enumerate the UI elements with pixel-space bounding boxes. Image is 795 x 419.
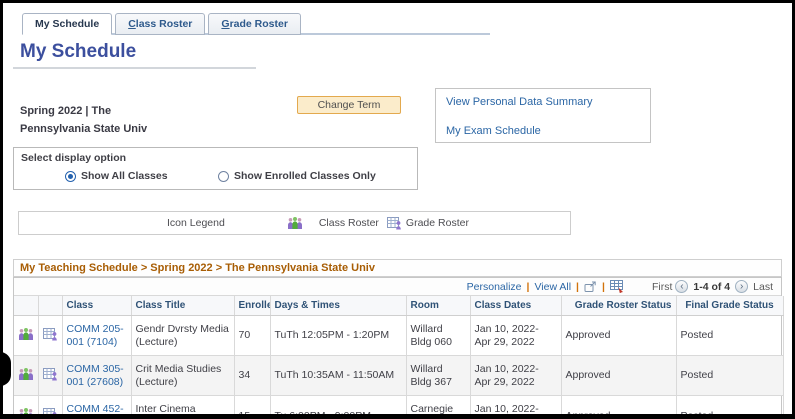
term-line-2: Pennsylvania State Univ xyxy=(20,123,148,135)
display-option-legend: Select display option xyxy=(21,152,127,164)
grid-toolbar: Personalize | View All | | First ‹ 1-4 o… xyxy=(14,278,781,296)
pagination-range: 1-4 of 4 xyxy=(693,280,731,293)
table-row: COMM 205-001 (7104) Gendr Dvrsty Media (… xyxy=(14,315,784,356)
radio-button-icon[interactable] xyxy=(218,170,229,182)
class-dates-cell: Jan 10, 2022- Apr 29, 2022 xyxy=(470,355,562,396)
class-roster-people-icon[interactable] xyxy=(18,407,34,414)
pagination-next-icon[interactable]: › xyxy=(735,280,749,293)
table-row: COMM 305-001 (27608) Crit Media Studies … xyxy=(14,355,784,396)
grade-roster-grid-icon[interactable] xyxy=(42,367,58,381)
download-grid-icon[interactable] xyxy=(609,280,624,293)
pagination-first-label[interactable]: First xyxy=(652,281,672,293)
term-info: Spring 2022 | The Pennsylvania State Uni… xyxy=(20,102,180,138)
personalize-link[interactable]: Personalize xyxy=(467,281,522,293)
tab-class-roster[interactable]: Class Roster xyxy=(115,13,206,35)
header-class-title: Class Title xyxy=(131,296,235,316)
header-class-dates: Class Dates xyxy=(470,296,562,316)
popup-window-icon[interactable] xyxy=(584,281,597,293)
header-enrolled: Enrolled xyxy=(234,296,271,316)
enrolled-cell: 70 xyxy=(234,315,271,356)
final-grade-status-cell: Posted xyxy=(676,355,784,396)
header-room: Room xyxy=(406,296,471,316)
enrolled-cell: 15 xyxy=(234,395,271,414)
tab-grade-roster[interactable]: Grade Roster xyxy=(208,13,301,35)
table-row: COMM 452-001 Inter Cinema (Lecture) 15 T… xyxy=(14,395,784,414)
header-class-roster-icon-col xyxy=(14,296,39,316)
schedule-table-body: COMM 205-001 (7104) Gendr Dvrsty Media (… xyxy=(14,315,784,414)
term-line-1: Spring 2022 | The xyxy=(20,105,112,117)
grade-roster-status-cell: Approved xyxy=(561,355,677,396)
toolbar-separator: | xyxy=(576,280,579,293)
class-roster-people-icon xyxy=(287,216,303,230)
icon-legend-box: Icon Legend Class Roster Grade Roster xyxy=(18,211,571,235)
radio-label: Show Enrolled Classes Only xyxy=(234,170,376,182)
class-link[interactable]: COMM 305-001 (27608) xyxy=(67,363,124,388)
header-grade-roster-status: Grade Roster Status xyxy=(561,296,677,316)
header-class: Class xyxy=(62,296,132,316)
schedule-table: Class Class Title Enrolled Days & Times … xyxy=(14,296,784,414)
class-dates-cell: Jan 10, 2022- Apr 29, 2022 xyxy=(470,315,562,356)
grade-roster-icon-cell[interactable] xyxy=(38,315,63,356)
days-times-cell: TuTh 12:05PM - 1:20PM xyxy=(270,315,407,356)
view-all-link[interactable]: View All xyxy=(534,281,571,293)
icon-legend-class-roster-label: Class Roster xyxy=(318,217,379,229)
display-option-groupbox: Select display option Show All Classes S… xyxy=(13,147,418,190)
icon-legend-grade-roster-label: Grade Roster xyxy=(405,217,469,229)
grade-roster-grid-icon[interactable] xyxy=(42,327,58,341)
breadcrumb: My Teaching Schedule > Spring 2022 > The… xyxy=(13,259,782,277)
teaching-schedule-grid: Personalize | View All | | First ‹ 1-4 o… xyxy=(13,277,784,414)
radio-show-all-classes[interactable]: Show All Classes xyxy=(65,170,168,182)
days-times-cell: TuTh 10:35AM - 11:50AM xyxy=(270,355,407,396)
faculty-center-my-schedule-page: My Schedule Class Roster Grade Roster My… xyxy=(0,0,795,419)
pagination-prev-icon[interactable]: ‹ xyxy=(675,280,689,293)
final-grade-status-cell: Posted xyxy=(676,315,784,356)
tab-bar: My Schedule Class Roster Grade Roster xyxy=(22,13,301,35)
class-link[interactable]: COMM 452-001 xyxy=(67,403,124,414)
my-exam-schedule-link[interactable]: My Exam Schedule xyxy=(446,125,541,137)
grade-roster-status-cell: Approved xyxy=(561,315,677,356)
radio-show-enrolled-only[interactable]: Show Enrolled Classes Only xyxy=(218,170,376,182)
enrolled-cell: 34 xyxy=(234,355,271,396)
class-roster-icon-cell[interactable] xyxy=(14,355,39,396)
room-cell: Willard Bldg 060 xyxy=(406,315,471,356)
class-roster-people-icon[interactable] xyxy=(18,367,34,381)
class-roster-icon-cell[interactable] xyxy=(14,395,39,414)
grade-roster-icon-cell[interactable] xyxy=(38,395,63,414)
toolbar-separator: | xyxy=(602,280,605,293)
header-grade-roster-icon-col xyxy=(38,296,63,316)
title-underline xyxy=(13,67,256,69)
radio-button-icon[interactable] xyxy=(65,170,76,182)
grade-roster-grid-icon xyxy=(386,216,402,230)
header-days-times: Days & Times xyxy=(270,296,407,316)
radio-label: Show All Classes xyxy=(81,170,168,182)
room-cell: Carnegie Bldg 113 xyxy=(406,395,471,414)
header-final-grade-status: Final Grade Status xyxy=(676,296,784,316)
class-link[interactable]: COMM 205-001 (7104) xyxy=(67,323,124,348)
grade-roster-grid-icon[interactable] xyxy=(42,407,58,414)
view-personal-data-summary-link[interactable]: View Personal Data Summary xyxy=(446,96,593,108)
grade-roster-status-cell: Approved xyxy=(561,395,677,414)
class-roster-icon-cell[interactable] xyxy=(14,315,39,356)
class-title-cell: Inter Cinema (Lecture) xyxy=(131,395,235,414)
tab-my-schedule[interactable]: My Schedule xyxy=(22,13,113,35)
class-title-cell: Gendr Dvrsty Media (Lecture) xyxy=(131,315,235,356)
days-times-cell: Tu 6:00PM - 9:00PM xyxy=(270,395,407,414)
class-roster-people-icon[interactable] xyxy=(18,327,34,341)
change-term-button[interactable]: Change Term xyxy=(297,96,401,114)
room-cell: Willard Bldg 367 xyxy=(406,355,471,396)
class-title-cell: Crit Media Studies (Lecture) xyxy=(131,355,235,396)
grade-roster-icon-cell[interactable] xyxy=(38,355,63,396)
page-title: My Schedule xyxy=(20,41,137,62)
icon-legend-title: Icon Legend xyxy=(167,217,225,229)
class-dates-cell: Jan 10, 2022- Apr 29, 2022 xyxy=(470,395,562,414)
quick-links-box: View Personal Data Summary My Exam Sched… xyxy=(435,88,651,143)
screen-edge-artifact xyxy=(3,352,11,386)
toolbar-separator: | xyxy=(526,280,530,293)
table-header-row: Class Class Title Enrolled Days & Times … xyxy=(14,296,784,316)
pagination-last-label[interactable]: Last xyxy=(753,281,773,293)
final-grade-status-cell: Posted xyxy=(676,395,784,414)
